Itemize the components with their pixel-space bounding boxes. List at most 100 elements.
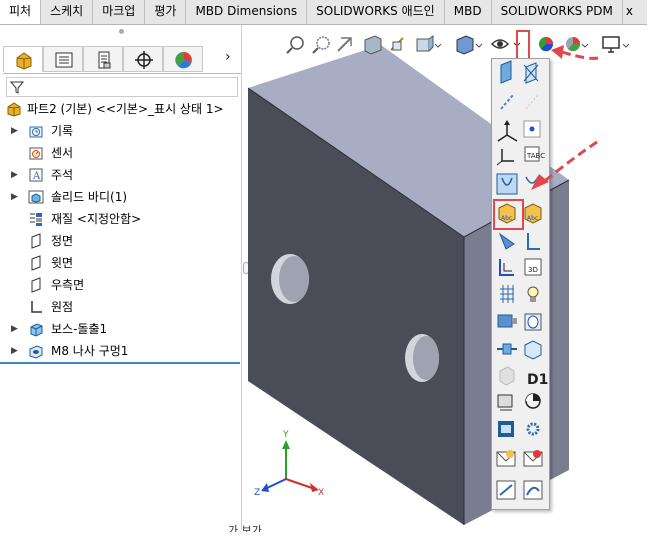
tree-item-annotations[interactable]: ▶ A 주석 [3, 165, 241, 185]
axis-triad: Y X Z [254, 430, 324, 498]
tab-mbd-dimensions[interactable]: MBD Dimensions [186, 0, 308, 24]
tree-item-label: 윗면 [51, 256, 74, 270]
tab-solidworks-pdm[interactable]: SOLIDWORKS PDM [492, 0, 623, 24]
part-title: 파트2 (기본) <<기본>_표시 상태 1> [27, 102, 224, 116]
tree-item-right-plane[interactable]: 우측면 [3, 275, 241, 295]
view-weld-beads-icon[interactable] [498, 232, 515, 250]
view-sketches-icon[interactable] [527, 233, 540, 250]
panel-tabs: › [3, 45, 241, 74]
hole-wizard-icon [29, 345, 43, 359]
panel-bottom-separator [0, 362, 240, 364]
view-all-annotations-icon[interactable]: Abc [524, 203, 542, 224]
tree-item-sensors[interactable]: 센서 [3, 143, 241, 163]
appearance-icon [175, 51, 192, 69]
zoom-area-icon[interactable] [312, 36, 330, 54]
tab-solidworks-addins[interactable]: SOLIDWORKS 애드인 [307, 0, 445, 24]
view-temporary-axes-icon[interactable] [500, 94, 514, 110]
configuration-manager-tab[interactable] [83, 46, 123, 72]
view-bolt-icon[interactable] [497, 394, 513, 411]
display-style-icon[interactable] [456, 35, 483, 55]
x-axis-line [285, 478, 313, 489]
graphics-area[interactable]: Y X Z [242, 25, 652, 530]
hide-show-items-icon[interactable] [490, 39, 510, 49]
tree-item-material[interactable]: 재질 <지정안함> [3, 209, 241, 229]
view-sketch-relations-icon[interactable] [496, 173, 518, 195]
torn-edge-right [647, 0, 655, 538]
d1-label[interactable]: D1 [527, 372, 548, 388]
crosshair-icon [135, 51, 153, 69]
tree-item-label: 정면 [51, 234, 74, 248]
view-decals-icon[interactable] [499, 366, 515, 386]
svg-text:3D: 3D [528, 266, 538, 274]
tree-item-label: 솔리드 바디(1) [51, 190, 128, 204]
view-markups-icon[interactable] [498, 421, 514, 437]
tree-item-hole-wizard[interactable]: ▶ M8 나사 구멍1 [3, 341, 241, 361]
view-curves-icon[interactable] [525, 94, 539, 110]
tree-item-history[interactable]: ▶ 기록 [3, 121, 241, 141]
tree-item-boss-extrude[interactable]: ▶ 보스-돌출1 [3, 319, 241, 339]
view-3d-sketch-planes-icon[interactable]: 3D [524, 258, 542, 276]
expand-arrow-icon[interactable]: ▶ [11, 165, 18, 185]
expand-arrow-icon[interactable]: ▶ [11, 341, 18, 361]
view-sensors-icon[interactable] [496, 480, 516, 500]
tab-sketch[interactable]: 스케치 [41, 0, 94, 24]
torn-edge-bottom [0, 532, 655, 538]
property-manager-tab[interactable] [43, 46, 83, 72]
view-mate-references-icon[interactable] [497, 343, 517, 355]
view-dimxpert-icon[interactable] [525, 393, 541, 409]
section-view-icon[interactable] [364, 35, 382, 55]
tree-item-top-plane[interactable]: 윗면 [3, 253, 241, 273]
previous-view-icon[interactable] [337, 37, 352, 52]
view-orientation-icon[interactable] [416, 35, 442, 52]
panel-grip[interactable] [119, 29, 124, 34]
view-lights-icon[interactable] [527, 286, 539, 302]
view-gear-icon[interactable] [526, 422, 540, 436]
tab-markup[interactable]: 마크업 [93, 0, 146, 24]
part-icon [7, 102, 21, 117]
command-manager-tabs: 피처 스케치 마크업 평가 MBD Dimensions SOLIDWORKS … [0, 0, 648, 25]
view-sun-icon[interactable] [524, 313, 542, 331]
expand-arrow-icon[interactable]: ▶ [11, 319, 18, 339]
view-envelopes-icon[interactable] [496, 450, 516, 467]
view-points-icon[interactable] [523, 120, 541, 138]
tree-item-label: 센서 [51, 146, 74, 160]
annotation-icon: A [29, 168, 43, 182]
view-grid-icon[interactable] [499, 259, 514, 276]
zoom-to-fit-icon[interactable] [286, 36, 304, 54]
view-planes-icon[interactable] [500, 60, 512, 84]
callout-arrow-top [551, 45, 599, 60]
configuration-icon [98, 51, 111, 69]
solid-body-icon [28, 190, 44, 204]
tab-evaluate[interactable]: 평가 [145, 0, 187, 24]
view-parts-icon[interactable] [524, 340, 542, 360]
more-tabs-arrow[interactable]: › [225, 49, 231, 65]
tab-features[interactable]: 피처 [0, 0, 42, 24]
tree-item-label: 원점 [51, 300, 74, 314]
view-axes-icon[interactable] [523, 62, 539, 84]
view-coordinate-systems-icon[interactable] [496, 149, 514, 166]
expand-arrow-icon[interactable]: ▶ [11, 187, 18, 207]
tree-item-solid-bodies[interactable]: ▶ 솔리드 바디(1) [3, 187, 241, 207]
expand-arrow-icon[interactable]: ▶ [11, 121, 18, 141]
view-origins-icon[interactable] [497, 120, 518, 142]
display-manager-tab[interactable] [163, 46, 203, 72]
y-axis-arrow [282, 440, 290, 449]
sensor-icon [29, 147, 43, 160]
view-dimensions-highlight-box [493, 199, 524, 230]
view-cameras-icon[interactable] [497, 314, 517, 328]
view-grid-lines-icon[interactable] [500, 285, 514, 303]
svg-text:Abc: Abc [527, 215, 538, 222]
history-icon [29, 126, 43, 138]
view-reference-triad-icon[interactable] [523, 480, 543, 500]
dynamic-annotation-icon[interactable] [390, 37, 404, 51]
tab-mbd[interactable]: MBD [445, 0, 492, 24]
dimxpert-tab[interactable] [123, 46, 163, 72]
tree-item-front-plane[interactable]: 정면 [3, 231, 241, 251]
view-settings-icon[interactable] [602, 36, 630, 53]
tab-overflow[interactable]: x [623, 0, 636, 24]
tree-filter[interactable] [6, 77, 238, 97]
tree-item-origin[interactable]: 원점 [3, 297, 241, 317]
view-envelope-components-icon[interactable] [523, 450, 543, 467]
feature-manager-tab[interactable] [3, 46, 43, 72]
plane-icon [31, 233, 41, 249]
